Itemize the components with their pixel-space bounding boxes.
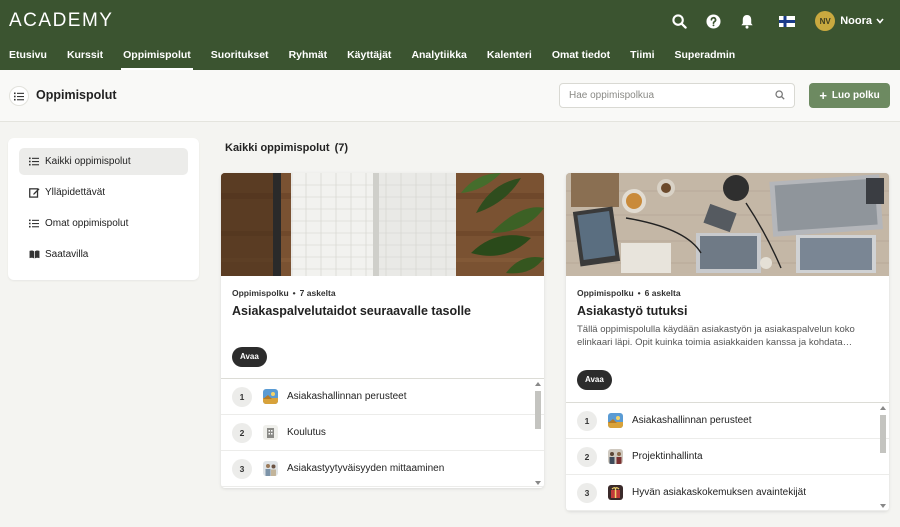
top-actions: NV Noora	[657, 9, 884, 33]
search-icon[interactable]	[775, 90, 785, 100]
nav-suoritukset[interactable]: Suoritukset	[201, 44, 279, 70]
nav-superadmin[interactable]: Superadmin	[664, 44, 745, 70]
scrollbar[interactable]	[533, 381, 542, 486]
step-thumbnail-building	[263, 425, 278, 440]
card-steps-count: 6 askelta	[644, 288, 681, 298]
scroll-thumb[interactable]	[535, 391, 541, 429]
nav-kalenteri[interactable]: Kalenteri	[477, 44, 542, 70]
sidebar-item-available[interactable]: Saatavilla	[19, 241, 188, 268]
chevron-down-icon	[876, 18, 884, 24]
open-button[interactable]: Avaa	[577, 370, 612, 390]
user-name: Noora	[840, 15, 872, 27]
sidebar: Kaikki oppimispolut Ylläpidettävät Omat …	[8, 138, 199, 280]
nav-omat-tiedot[interactable]: Omat tiedot	[542, 44, 620, 70]
nav-kayttajat[interactable]: Käyttäjät	[337, 44, 401, 70]
sidebar-item-all-paths[interactable]: Kaikki oppimispolut	[19, 148, 188, 175]
card-type: Oppimispolku	[232, 288, 289, 298]
step-label: Asiakastyytyväisyyden mittaaminen	[287, 463, 445, 474]
create-path-button[interactable]: + Luo polku	[809, 83, 890, 108]
bell-icon[interactable]	[735, 9, 759, 33]
user-menu[interactable]: NV Noora	[815, 11, 884, 31]
step-number: 2	[577, 446, 597, 467]
edit-icon	[28, 187, 40, 199]
card-image-workspace	[566, 173, 889, 276]
card-title[interactable]: Asiakaspalvelutaidot seuraavalle tasolle	[232, 304, 533, 318]
step-label: Asiakashallinnan perusteet	[632, 415, 752, 426]
help-icon[interactable]	[701, 9, 725, 33]
open-button[interactable]: Avaa	[232, 347, 267, 367]
scroll-down-arrow[interactable]	[880, 504, 886, 508]
sidebar-item-label: Saatavilla	[45, 249, 89, 260]
book-icon	[28, 249, 40, 261]
nav-etusivu[interactable]: Etusivu	[0, 44, 57, 70]
list-icon	[9, 86, 29, 106]
card-meta: Oppimispolku • 6 askelta	[577, 288, 681, 298]
step-thumbnail-landscape	[608, 413, 623, 428]
card-image-notebook	[221, 173, 544, 276]
step-list: 1 Asiakashallinnan perusteet 2 Koulutus …	[221, 378, 544, 488]
scroll-thumb[interactable]	[880, 415, 886, 453]
card-description: Tällä oppimispolulla käydään asiakastyön…	[577, 324, 855, 348]
finnish-flag-icon[interactable]	[775, 9, 799, 33]
section-title: Kaikki oppimispolut (7)	[225, 142, 348, 154]
card-body: Oppimispolku • 7 askelta Asiakaspalvelutai…	[221, 276, 544, 318]
step-item[interactable]: 3 Hyvän asiakaskokemuksen avaintekijät	[566, 475, 889, 511]
sidebar-item-label: Kaikki oppimispolut	[45, 156, 131, 167]
step-number: 1	[232, 386, 252, 407]
step-thumbnail-gift	[608, 485, 623, 500]
scroll-up-arrow[interactable]	[880, 406, 886, 410]
step-item[interactable]: 1 Asiakashallinnan perusteet	[221, 379, 544, 415]
path-card[interactable]: Oppimispolku • 6 askelta Asiakastyö tutuks…	[566, 173, 889, 511]
step-item[interactable]: 3 Asiakastyytyväisyyden mittaaminen	[221, 451, 544, 487]
card-type: Oppimispolku	[577, 288, 634, 298]
scroll-down-arrow[interactable]	[535, 481, 541, 485]
step-item[interactable]: 2 Koulutus	[221, 415, 544, 451]
card-steps-count: 7 askelta	[299, 288, 336, 298]
step-item[interactable]: 1 Asiakashallinnan perusteet	[566, 403, 889, 439]
page-header: Oppimispolut + Luo polku	[0, 70, 900, 122]
step-thumbnail-people	[263, 461, 278, 476]
search-box	[559, 83, 795, 108]
path-card[interactable]: Oppimispolku • 7 askelta Asiakaspalvelutai…	[221, 173, 544, 488]
step-number: 3	[232, 458, 252, 479]
step-thumbnail-team	[608, 449, 623, 464]
step-number: 3	[577, 482, 597, 503]
step-item[interactable]: 2 Projektinhallinta	[566, 439, 889, 475]
sidebar-item-label: Omat oppimispolut	[45, 218, 129, 229]
nav-oppimispolut[interactable]: Oppimispolut	[113, 44, 201, 70]
section-title-text: Kaikki oppimispolut	[225, 142, 330, 154]
app-logo[interactable]: ACADEMY	[9, 10, 113, 32]
step-label: Hyvän asiakaskokemuksen avaintekijät	[632, 487, 806, 498]
step-label: Koulutus	[287, 427, 326, 438]
step-label: Projektinhallinta	[632, 451, 703, 462]
step-list: 1 Asiakashallinnan perusteet 2 Projektin…	[566, 402, 889, 511]
page-title: Oppimispolut	[36, 88, 117, 102]
card-title[interactable]: Asiakastyö tutuksi	[577, 304, 878, 318]
step-number: 1	[577, 410, 597, 431]
scroll-up-arrow[interactable]	[535, 382, 541, 386]
scrollbar[interactable]	[878, 405, 887, 509]
plus-icon: +	[819, 87, 827, 103]
nav-analytiikka[interactable]: Analytiikka	[401, 44, 476, 70]
create-path-label: Luo polku	[831, 90, 880, 101]
path-count: (7)	[334, 142, 349, 154]
sidebar-item-maintained[interactable]: Ylläpidettävät	[19, 179, 188, 206]
list-icon	[28, 156, 40, 168]
sidebar-item-label: Ylläpidettävät	[45, 187, 106, 198]
step-number: 2	[232, 422, 252, 443]
card-meta: Oppimispolku • 7 askelta	[232, 288, 336, 298]
search-icon[interactable]	[667, 9, 691, 33]
top-bar: ACADEMY NV Noora Etusivu Kurssit Oppimis…	[0, 0, 900, 70]
step-thumbnail-landscape	[263, 389, 278, 404]
list-icon	[28, 218, 40, 230]
main-nav: Etusivu Kurssit Oppimispolut Suoritukset…	[0, 44, 745, 70]
nav-tiimi[interactable]: Tiimi	[620, 44, 664, 70]
sidebar-item-my-paths[interactable]: Omat oppimispolut	[19, 210, 188, 237]
nav-kurssit[interactable]: Kurssit	[57, 44, 113, 70]
avatar: NV	[815, 11, 836, 31]
card-body: Oppimispolku • 6 askelta Asiakastyö tutuks…	[566, 276, 889, 349]
search-input[interactable]	[560, 84, 760, 107]
step-label: Asiakashallinnan perusteet	[287, 391, 407, 402]
nav-ryhmat[interactable]: Ryhmät	[279, 44, 338, 70]
